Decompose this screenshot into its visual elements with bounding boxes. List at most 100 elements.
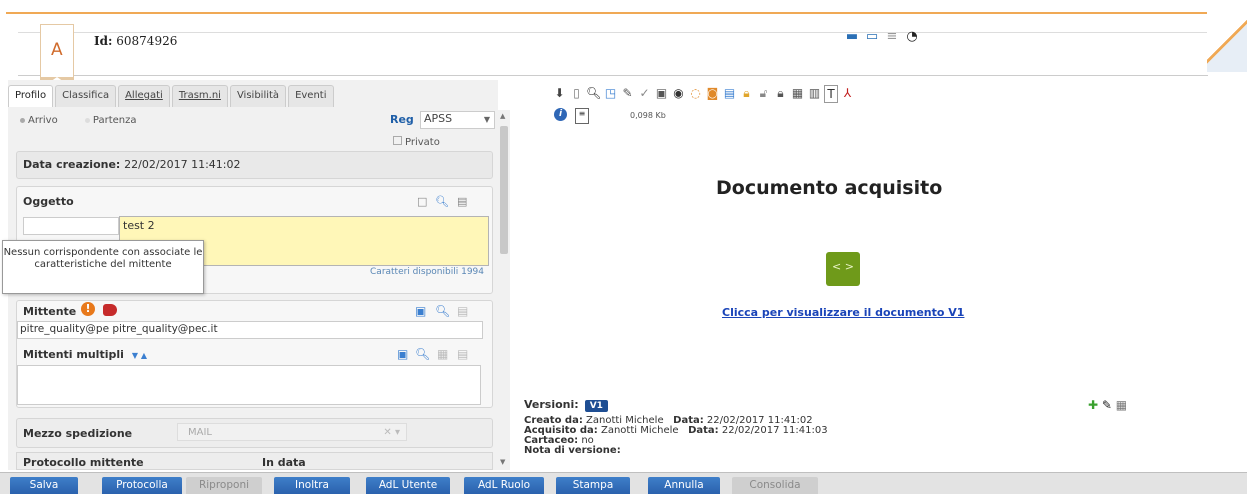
tab-profilo[interactable]: Profilo bbox=[8, 85, 54, 107]
barcode-icon[interactable]: ≡ bbox=[885, 30, 899, 44]
header-bar bbox=[18, 32, 1208, 76]
radio-arrivo[interactable]: Arrivo bbox=[20, 115, 70, 126]
page-icon[interactable]: ▯ bbox=[569, 85, 584, 101]
tab-allegati[interactable]: Allegati bbox=[118, 85, 170, 107]
preview-icon[interactable]: ◙ bbox=[705, 85, 720, 101]
in-data-label: In data bbox=[262, 456, 306, 469]
bookmark-letter: A bbox=[51, 40, 63, 60]
mezzo-value: MAIL bbox=[188, 427, 212, 438]
tab-trasmissioni-label: Trasm.ni bbox=[178, 90, 221, 101]
mittente-field[interactable]: pitre_quality@pe pitre_quality@pec.it bbox=[17, 321, 483, 339]
tab-classifica[interactable]: Classifica bbox=[55, 85, 117, 107]
check-icon[interactable]: ✓ bbox=[637, 85, 652, 101]
privato-checkbox[interactable]: Privato bbox=[393, 136, 440, 148]
radio-partenza-label: Partenza bbox=[92, 115, 137, 126]
tab-visibilita[interactable]: Visibilità bbox=[229, 85, 287, 107]
flag-icon[interactable] bbox=[103, 304, 117, 316]
document-file-icon[interactable]: < > bbox=[826, 252, 860, 286]
mittenti-multipli: Mittenti multipli ▼ ▲ bbox=[23, 348, 147, 361]
header-toolbar: ▬ ▭ ≡ ◔ bbox=[845, 30, 919, 44]
mezzo-label: Mezzo spedizione bbox=[23, 427, 133, 440]
version-badge[interactable]: V1 bbox=[584, 400, 608, 412]
open-document-link[interactable]: Clicca per visualizzare il documento V1 bbox=[722, 306, 964, 319]
scroll-up-icon[interactable]: ▲ bbox=[500, 112, 505, 120]
search-icon[interactable]: 🔍︎ bbox=[435, 195, 449, 208]
trash-icon[interactable]: ▦ bbox=[437, 347, 448, 361]
tab-eventi[interactable]: Eventi bbox=[288, 85, 334, 107]
left-scrollbar[interactable]: ▲ ▼ bbox=[498, 110, 510, 470]
chevron-down-icon: ▼ bbox=[483, 115, 490, 124]
clear-icon[interactable]: ▤ bbox=[457, 195, 467, 208]
layout-icon[interactable]: ▦ bbox=[790, 85, 805, 101]
unlock-icon[interactable]: 🔓︎ bbox=[756, 85, 771, 101]
lock-icon[interactable]: 🔒︎ bbox=[739, 85, 754, 101]
clipboard-icon[interactable]: ≡ bbox=[575, 108, 589, 124]
edit-icon[interactable]: ✎ bbox=[620, 85, 635, 101]
mittenti-multipli-list[interactable] bbox=[17, 365, 481, 405]
download-icon[interactable]: ⬇ bbox=[552, 85, 567, 101]
adl-utente-button[interactable]: AdL Utente bbox=[366, 477, 450, 494]
reg-select[interactable]: APSS ▼ bbox=[420, 111, 495, 129]
warning-icon: ! bbox=[81, 302, 95, 316]
radio-partenza[interactable]: Partenza bbox=[84, 115, 149, 126]
text-icon[interactable]: T bbox=[824, 85, 838, 103]
details-icon[interactable]: ▤ bbox=[457, 347, 468, 361]
file-size: 0,098 Kb bbox=[630, 111, 666, 120]
sort-arrows-icon[interactable]: ▼ ▲ bbox=[132, 351, 147, 360]
record-icon[interactable]: ◉ bbox=[671, 85, 686, 101]
salva-button[interactable]: Salva bbox=[10, 477, 78, 494]
top-strip bbox=[0, 0, 1247, 12]
address-book-icon[interactable]: ▣ bbox=[397, 347, 408, 361]
consolida-button: Consolida bbox=[732, 477, 818, 494]
bottom-toolbar: Salva Protocolla Riproponi Inoltra AdL U… bbox=[0, 472, 1247, 494]
scanner-icon[interactable]: ▣ bbox=[654, 85, 669, 101]
versions-section: Versioni: V1 bbox=[524, 398, 608, 412]
clear-chevron-icon: ✕ ▾ bbox=[383, 427, 400, 438]
print-icon[interactable]: ▬ bbox=[845, 30, 859, 44]
rotate-icon[interactable]: ◌ bbox=[688, 85, 703, 101]
mezzo-spedizione-section: Mezzo spedizione MAIL ✕ ▾ bbox=[16, 418, 493, 448]
adl-ruolo-button[interactable]: AdL Ruolo bbox=[464, 477, 544, 494]
mittenti-multipli-label: Mittenti multipli bbox=[23, 348, 124, 361]
lock-closed-icon[interactable]: 🔒︎ bbox=[773, 85, 788, 101]
zoom-icon[interactable]: 🔍︎ bbox=[586, 85, 601, 101]
reg-label: Reg bbox=[390, 113, 414, 126]
address-book-icon[interactable]: ▣ bbox=[415, 304, 426, 318]
info-icon[interactable]: i bbox=[554, 108, 567, 121]
zoom-page-icon[interactable]: ◳ bbox=[603, 85, 618, 101]
trash-icon[interactable]: ▦ bbox=[1116, 398, 1127, 412]
oggetto-code-input[interactable] bbox=[23, 217, 119, 235]
details-icon[interactable]: ▤ bbox=[457, 304, 468, 318]
data-creazione-box: Data creazione: 22/02/2017 11:41:02 bbox=[16, 151, 493, 179]
radio-partenza-dot bbox=[84, 117, 90, 123]
tooltip: Nessun corrispondente con associate le c… bbox=[2, 240, 204, 294]
document-title: Documento acquisito bbox=[716, 177, 943, 199]
versioni-label: Versioni: bbox=[524, 398, 579, 411]
bookmark-badge: A bbox=[40, 24, 74, 89]
inoltra-button[interactable]: Inoltra bbox=[274, 477, 350, 494]
protocolla-button[interactable]: Protocolla bbox=[102, 477, 182, 494]
add-icon[interactable]: ✚ bbox=[1088, 398, 1098, 412]
annulla-button[interactable]: Annulla bbox=[648, 477, 720, 494]
data-creazione: Data creazione: 22/02/2017 11:41:02 bbox=[23, 158, 240, 171]
scroll-down-icon[interactable]: ▼ bbox=[500, 458, 505, 466]
document-toolbar-row2: i ≡ bbox=[554, 108, 589, 124]
search-icon[interactable]: 🔍︎ bbox=[415, 347, 430, 361]
profile-tabs: Profilo Classifica Allegati Trasm.ni Vis… bbox=[8, 85, 336, 107]
mezzo-select[interactable]: MAIL ✕ ▾ bbox=[177, 423, 407, 441]
stampa-button[interactable]: Stampa bbox=[556, 477, 630, 494]
pdf-icon[interactable]: ⅄ bbox=[840, 85, 855, 101]
search-icon[interactable]: 🔍︎ bbox=[435, 304, 450, 318]
new-icon[interactable]: □ bbox=[417, 195, 427, 208]
tab-trasmissioni[interactable]: Trasm.ni bbox=[171, 85, 228, 107]
acquisito-data: 22/02/2017 11:41:03 bbox=[721, 425, 828, 436]
version-details: Creato da: Zanotti Michele Data: 22/02/2… bbox=[524, 416, 828, 456]
timer-icon[interactable]: ◔ bbox=[905, 30, 919, 44]
pencil-icon[interactable]: ✎ bbox=[1102, 398, 1112, 412]
scroll-thumb[interactable] bbox=[500, 126, 508, 254]
print-label-icon[interactable]: ▭ bbox=[865, 30, 879, 44]
book-icon[interactable]: ▥ bbox=[807, 85, 822, 101]
data-creazione-label: Data creazione: bbox=[23, 158, 121, 171]
save-icon[interactable]: ▤ bbox=[722, 85, 737, 101]
acquisito-value: Zanotti Michele bbox=[600, 425, 679, 436]
